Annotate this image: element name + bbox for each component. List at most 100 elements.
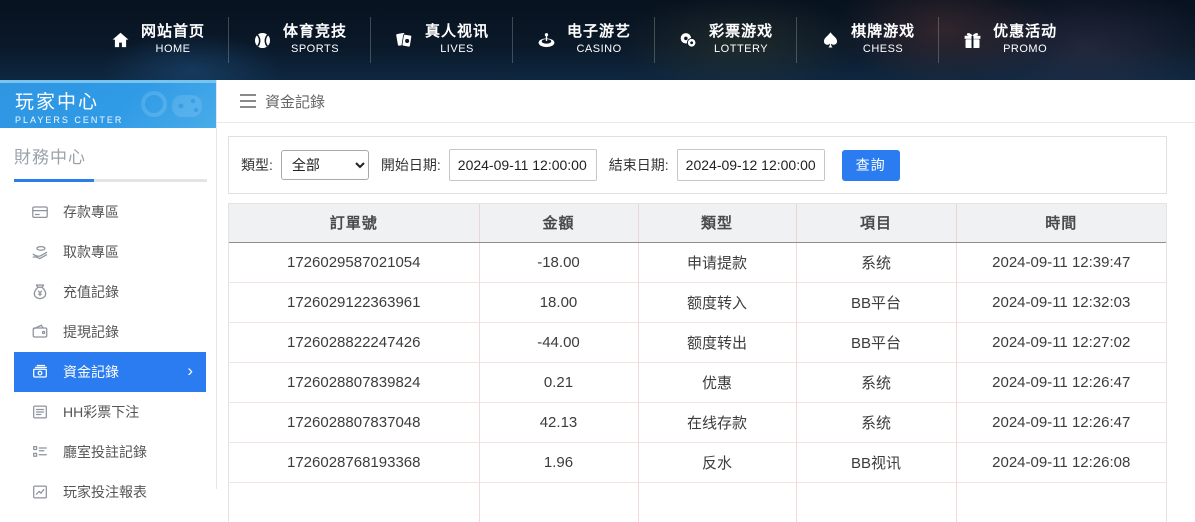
table-cell: 2024-09-11 12:26:47 (956, 402, 1166, 442)
nav-item-lives[interactable]: 真人视讯LIVES (370, 0, 512, 80)
nav-label-en: PROMO (1003, 43, 1047, 56)
sidebar-item-玩家投注報表[interactable]: 玩家投注報表 (14, 472, 206, 512)
search-button[interactable]: 查詢 (842, 150, 900, 181)
list-icon (31, 403, 49, 421)
nav-item-home[interactable]: 网站首页 HOME (86, 0, 228, 80)
sidebar-item-HH彩票下注[interactable]: HH彩票下注 (14, 392, 206, 432)
sidebar-item-label: 玩家投注報表 (63, 482, 147, 502)
table-cell: 2024-09-11 12:26:47 (956, 362, 1166, 402)
table-row: 17260287681933681.96反水BB视讯2024-09-11 12:… (229, 442, 1166, 482)
table-cell: 1726028822247426 (229, 322, 479, 362)
nav-item-lottery[interactable]: 彩票游戏LOTTERY (654, 0, 796, 80)
sidebar-item-label: 廳室投註記錄 (63, 442, 147, 462)
nav-label-zh: 彩票游戏 (709, 23, 773, 41)
column-header: 金額 (479, 204, 638, 242)
start-date-label: 開始日期: (381, 155, 441, 175)
main-nav: 网站首页 HOME 体育竞技SPORTS真人视讯LIVES 电子游艺 CASINO 彩票游… (86, 0, 1080, 80)
sidebar-item-label: 取款專區 (63, 242, 119, 262)
table-cell: 系统 (796, 242, 956, 282)
table-cell: 系统 (796, 402, 956, 442)
nav-label-en: CHESS (863, 43, 903, 56)
nav-label-en: LIVES (440, 43, 474, 56)
nav-item-casino[interactable]: 电子游艺 CASINO (512, 0, 654, 80)
table-row: 17260288078398240.21优惠系统2024-09-11 12:26… (229, 362, 1166, 402)
table-cell: 1726029587021054 (229, 242, 479, 282)
hamburger-menu-icon[interactable] (240, 94, 256, 108)
breadcrumb: 資金記錄 (217, 80, 1195, 123)
chevron-right-icon: › (187, 362, 193, 379)
table-cell: BB平台 (796, 322, 956, 362)
table-row: 172602912236396118.00额度转入BB平台2024-09-11 … (229, 282, 1166, 322)
banknotes-icon (31, 363, 49, 381)
table-cell: -44.00 (479, 322, 638, 362)
table-cell: 系统 (796, 362, 956, 402)
sidebar-item-label: HH彩票下注 (63, 402, 139, 422)
sidebar-item-label: 資金記錄 (63, 362, 119, 382)
sidebar-item-label: 存款專區 (63, 202, 119, 222)
withdraw-hand-icon (31, 243, 49, 261)
table-cell: 0.21 (479, 362, 638, 402)
nav-label-zh: 体育竞技 (283, 23, 347, 41)
column-header: 訂單號 (229, 204, 479, 242)
players-center-subtitle: PLAYERS CENTER (15, 115, 216, 125)
moneybag-icon (31, 283, 49, 301)
sidebar-item-label: 提現記錄 (63, 322, 119, 342)
table-cell: 2024-09-11 12:32:03 (956, 282, 1166, 322)
table-cell: 1726028807839824 (229, 362, 479, 402)
nav-label-zh: 电子游艺 (567, 23, 631, 41)
sidebar-menu: 存款專區取款專區充值記錄提現記錄資金記錄 › HH彩票下注廳室投註記錄玩家投注報表 (0, 192, 216, 512)
nav-label-zh: 棋牌游戏 (851, 23, 915, 41)
wallet-icon (31, 323, 49, 341)
lottery-balls-icon (677, 29, 699, 51)
sidebar-item-取款專區[interactable]: 取款專區 (14, 232, 206, 272)
sidebar: 玩家中心 PLAYERS CENTER 財務中心 存款專區取款專區充值記錄提現記… (0, 80, 217, 489)
table-cell: 42.13 (479, 402, 638, 442)
type-label: 類型: (241, 155, 273, 175)
top-nav: 网站首页 HOME 体育竞技SPORTS真人视讯LIVES 电子游艺 CASINO 彩票游… (0, 0, 1195, 80)
table-cell: 2024-09-11 12:27:02 (956, 322, 1166, 362)
finance-section: 財務中心 (0, 128, 216, 182)
end-date-input[interactable] (677, 149, 825, 181)
table-cell: 申请提款 (638, 242, 796, 282)
sidebar-item-提現記錄[interactable]: 提現記錄 (14, 312, 206, 352)
nav-label-zh: 网站首页 (141, 23, 205, 41)
nav-item-sports[interactable]: 体育竞技SPORTS (228, 0, 370, 80)
checklist-icon (31, 443, 49, 461)
report-icon (31, 483, 49, 501)
finance-center-title: 財務中心 (14, 143, 216, 179)
start-date-input[interactable] (449, 149, 597, 181)
column-header: 時間 (956, 204, 1166, 242)
sidebar-item-存款專區[interactable]: 存款專區 (14, 192, 206, 232)
table-cell: 1726028768193368 (229, 442, 479, 482)
table-cell: 18.00 (479, 282, 638, 322)
home-icon (109, 29, 131, 51)
deposit-card-icon (31, 203, 49, 221)
sidebar-item-資金記錄[interactable]: 資金記錄 › (14, 352, 206, 392)
content-inner: 類型: 全部 開始日期: 結束日期: 查詢 訂單號金額類型項目時間 172602… (217, 123, 1195, 522)
table-row: 1726029587021054-18.00申请提款系统2024-09-11 1… (229, 242, 1166, 282)
table-cell (229, 482, 479, 522)
nav-item-chess[interactable]: 棋牌游戏 CHESS (796, 0, 938, 80)
end-date-label: 結束日期: (609, 155, 669, 175)
sidebar-item-label: 充值記錄 (63, 282, 119, 302)
sidebar-item-充值記錄[interactable]: 充值記錄 (14, 272, 206, 312)
table-cell: 2024-09-11 12:26:08 (956, 442, 1166, 482)
nav-label-en: HOME (156, 43, 191, 56)
column-header: 項目 (796, 204, 956, 242)
table-cell: 1726029122363961 (229, 282, 479, 322)
spade-icon (819, 29, 841, 51)
table-row: 172602880783704842.13在线存款系统2024-09-11 12… (229, 402, 1166, 442)
table-cell: 额度转入 (638, 282, 796, 322)
table-row: 1726028822247426-44.00额度转出BB平台2024-09-11… (229, 322, 1166, 362)
table-cell (638, 482, 796, 522)
nav-label-en: CASINO (576, 43, 621, 56)
table-cell: 优惠 (638, 362, 796, 402)
main-content: 資金記錄 類型: 全部 開始日期: 結束日期: 查詢 訂單號金額類型項 (217, 80, 1195, 489)
table-cell: 1726028807837048 (229, 402, 479, 442)
sidebar-item-廳室投註記錄[interactable]: 廳室投註記錄 (14, 432, 206, 472)
nav-item-promo[interactable]: 优惠活动PROMO (938, 0, 1080, 80)
table-cell: BB平台 (796, 282, 956, 322)
sidebar-header: 玩家中心 PLAYERS CENTER (0, 80, 216, 128)
type-select[interactable]: 全部 (281, 150, 369, 180)
table-cell (796, 482, 956, 522)
